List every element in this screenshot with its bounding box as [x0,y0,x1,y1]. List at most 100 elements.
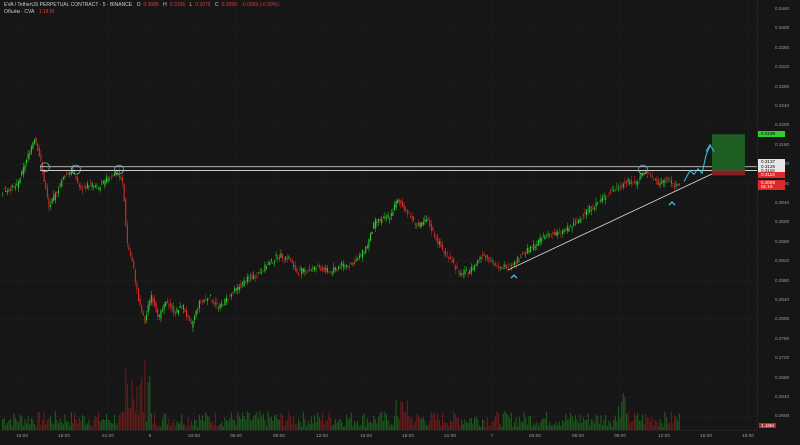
candle-body [403,204,405,210]
candle [11,183,13,192]
price-tick-label: 0.2920 [775,258,790,264]
candle [677,183,679,188]
candle-body [365,247,367,253]
indicator-value: 1.18 M [38,9,54,15]
volume-bar [310,416,312,430]
candle [77,173,79,184]
candle-body [272,262,274,264]
candle-body [261,272,263,273]
candle-body [98,187,100,189]
candle [643,170,645,177]
candle [462,269,464,279]
candle [357,257,359,261]
candle-body [179,305,181,308]
candle [664,177,666,188]
candle-body [538,240,540,246]
candle-body [34,139,36,144]
candle-body [494,263,496,266]
candle-body [677,184,679,186]
candle [290,257,292,262]
candle-body [293,264,295,267]
candle [30,144,32,156]
candle-body [376,221,378,223]
candle-body [378,219,380,222]
candle-body [162,309,164,312]
indicator-name[interactable]: Объём · CVA [4,9,34,15]
candle-body [53,195,55,201]
volume-bar [467,423,469,430]
candle [554,228,556,236]
candle-body [320,267,322,271]
candle-body [411,216,413,220]
candle [266,264,268,271]
candle-body [312,267,314,270]
candle-body [613,189,615,192]
candle-body [386,217,388,219]
price-tick-label: 0.3400 [775,25,790,31]
symbol-title[interactable]: EVA / TetherUS PERPETUAL CONTRACT · 5 · … [4,2,132,8]
candle [546,233,548,238]
volume-bar [13,412,15,430]
candle [26,158,28,167]
candle [560,230,562,238]
candle-body [466,269,468,271]
candle [2,192,4,198]
candle-body [22,167,24,175]
candle [474,264,476,273]
candle-body [546,234,548,235]
volume-bar [640,420,642,430]
volume-bar [539,422,541,430]
volume-bar [242,412,244,430]
candle [274,259,276,267]
candle-body [405,209,407,211]
candle [422,217,424,227]
time-tick-label: 15:00 [15,434,29,439]
candle [48,194,50,212]
candle-body [357,258,359,260]
candle-body [91,183,93,187]
candle [408,211,410,214]
price-tag: 0.3113 [758,172,785,179]
candle-body [334,267,336,270]
time-tick-label: 7 [490,434,494,439]
candle-body [211,300,213,303]
time-axis[interactable]: 15:00 18:00 21:00 6 03:00 06:00 09:00 12:00 15:0… [0,430,757,445]
candle [454,264,456,274]
volume-bar [195,420,197,430]
candle-body [262,270,264,272]
volume-bar [470,417,472,430]
price-tag: 01:18 [758,184,785,191]
candle [34,138,36,146]
chart-area[interactable]: EVA / TetherUS PERPETUAL CONTRACT · 5 · … [0,0,757,430]
volume-bar [578,422,580,430]
volume-bar [338,420,340,430]
volume-bar [198,414,200,430]
volume-bar [456,417,458,430]
candle-body [282,254,284,259]
volume-bar [178,423,180,430]
candle [203,299,205,304]
candle-body [397,199,399,204]
candle-body [544,235,546,240]
volume-bar [493,420,495,430]
candle-body [643,172,645,173]
price-axis[interactable]: 0.3440 0.3400 0.3360 0.3320 0.3280 0.3240 0.32… [757,0,800,430]
price-chart[interactable] [0,0,757,430]
candle-body [270,258,272,261]
volume-bar [246,411,248,430]
volume-bar [518,416,520,430]
candle [98,186,100,191]
candle [179,302,181,309]
candle-body [459,272,461,276]
volume-bar [128,407,130,430]
candle-body [218,306,220,308]
candle-body [414,223,416,225]
candle-body [661,181,663,184]
candle-body [651,175,653,178]
time-tick-label: 09:00 [613,434,627,439]
volume-bar [366,418,368,430]
candle-body [520,257,522,259]
candle [46,183,48,200]
candle [622,181,624,190]
candle-body [574,221,576,222]
